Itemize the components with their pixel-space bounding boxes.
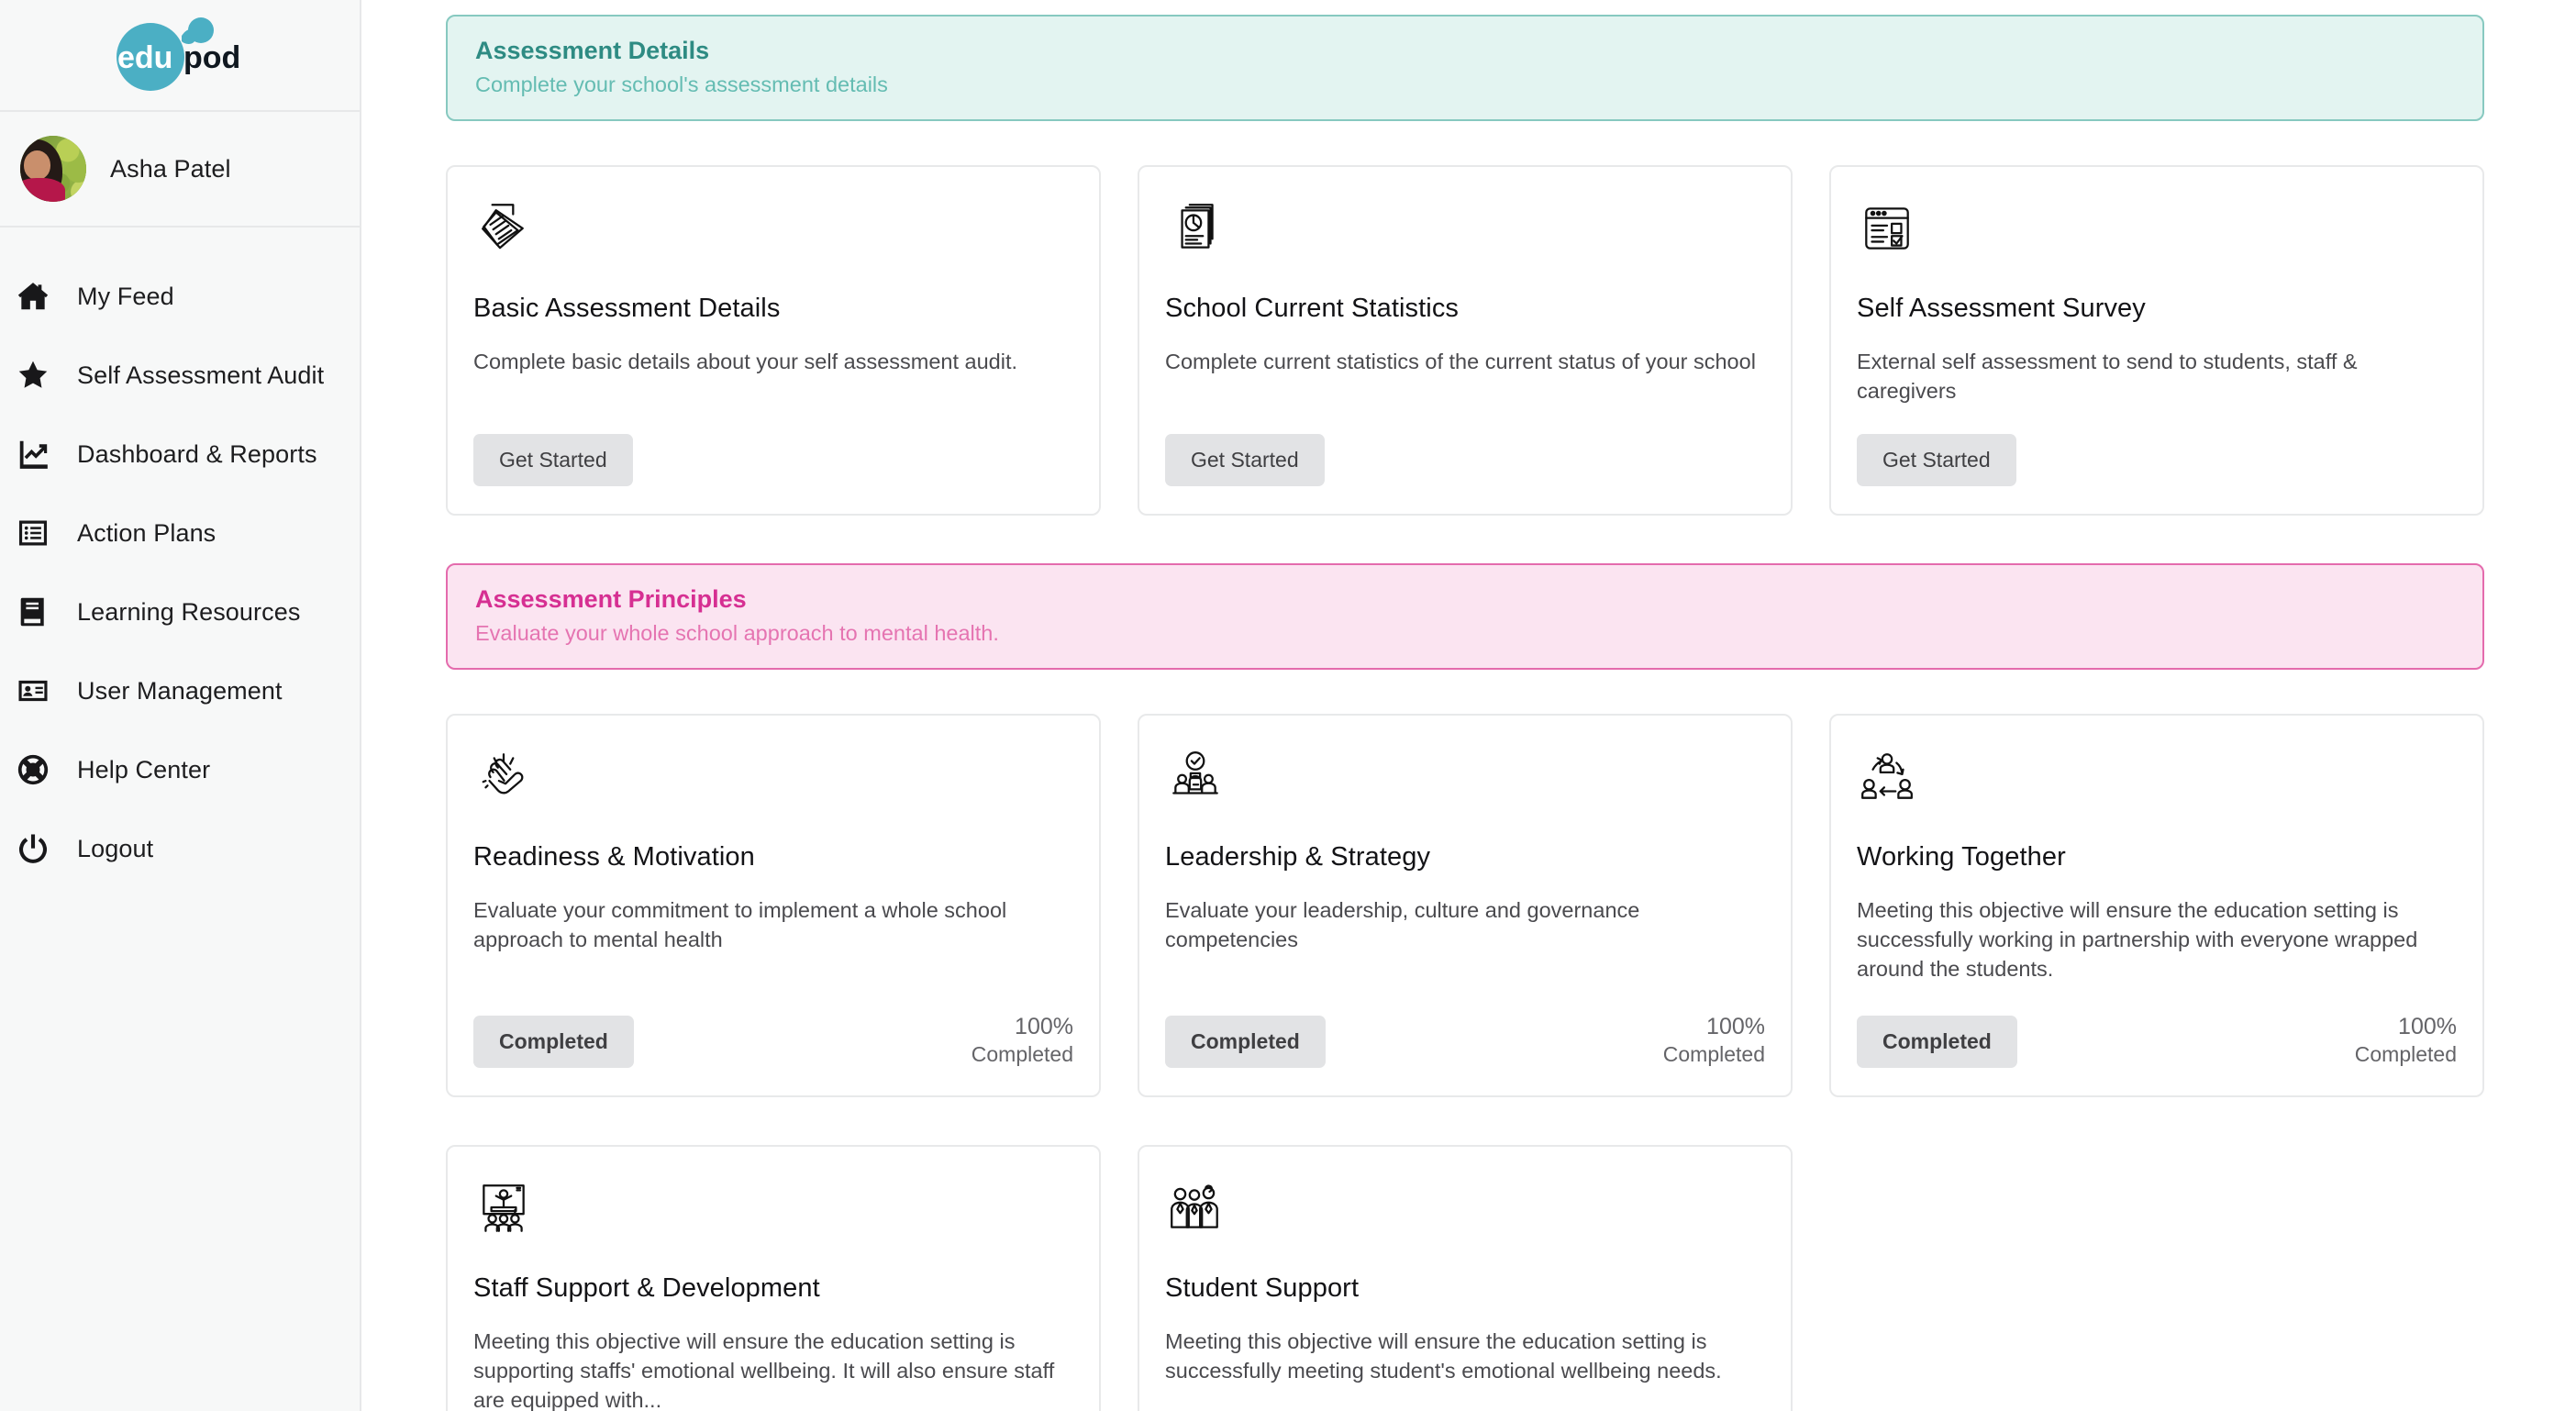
home-icon: [13, 276, 53, 317]
documents-stack-icon: [473, 198, 1073, 273]
survey-window-icon: [1857, 198, 2457, 273]
card-description: Evaluate your leadership, culture and go…: [1165, 897, 1640, 951]
completed-button[interactable]: Completed: [1857, 1016, 2017, 1069]
card-description: Complete basic details about your self a…: [473, 350, 1018, 373]
progress-label: Completed: [971, 1041, 1073, 1066]
card-title: Basic Assessment Details: [473, 294, 781, 323]
assessment-details-banner: Assessment Details Complete your school'…: [446, 15, 2484, 121]
completed-button[interactable]: Completed: [1165, 1016, 1326, 1069]
team-check-icon: [1165, 747, 1765, 822]
sidebar-item-label: User Management: [77, 676, 283, 705]
app-root: edu pod Asha Patel My Feed Self Assessme…: [0, 0, 2576, 1411]
card-working-together[interactable]: Working Together Meeting this objective …: [1829, 713, 2484, 1098]
card-title: Working Together: [1857, 841, 2066, 872]
sidebar-item-label: My Feed: [77, 282, 174, 310]
get-started-button[interactable]: Get Started: [1857, 433, 2016, 486]
card-basic-assessment-details[interactable]: Basic Assessment Details Complete basic …: [446, 165, 1101, 516]
life-ring-icon: [13, 750, 53, 790]
card-title: Self Assessment Survey: [1857, 294, 2146, 323]
id-card-icon: [13, 671, 53, 711]
sidebar-item-label: Dashboard & Reports: [77, 439, 317, 468]
sidebar: edu pod Asha Patel My Feed Self Assessme…: [0, 0, 361, 1411]
card-footer: Get Started: [1165, 433, 1765, 486]
sidebar-item-label: Help Center: [77, 755, 211, 783]
completed-button[interactable]: Completed: [473, 1016, 634, 1069]
power-icon: [13, 828, 53, 869]
sidebar-item-my-feed[interactable]: My Feed: [0, 257, 360, 336]
progress-indicator: 100% Completed: [1663, 1012, 1765, 1068]
students-group-icon: [1165, 1178, 1765, 1253]
card-description: Meeting this objective will ensure the e…: [1165, 1329, 1722, 1383]
progress-percent: 100%: [2398, 1013, 2457, 1039]
assessment-principles-card-grid: Readiness & Motivation Evaluate your com…: [446, 713, 2484, 1098]
card-footer: Get Started: [473, 433, 1073, 486]
card-title: Student Support: [1165, 1273, 1360, 1304]
book-icon: [13, 592, 53, 632]
avatar: [20, 136, 86, 202]
list-icon: [13, 513, 53, 553]
get-started-button[interactable]: Get Started: [473, 433, 633, 486]
card-footer: Get Started: [1857, 433, 2457, 486]
card-title: School Current Statistics: [1165, 294, 1460, 323]
get-started-button[interactable]: Get Started: [1165, 433, 1325, 486]
card-footer: Completed 100% Completed: [1857, 1012, 2457, 1069]
sidebar-item-label: Action Plans: [77, 518, 217, 547]
card-description: External self assessment to send to stud…: [1857, 350, 2358, 403]
card-school-current-statistics[interactable]: School Current Statistics Complete curre…: [1138, 165, 1793, 516]
sidebar-item-label: Learning Resources: [77, 597, 301, 626]
progress-percent: 100%: [1015, 1013, 1073, 1039]
sidebar-item-learning-resources[interactable]: Learning Resources: [0, 572, 360, 651]
banner-title: Assessment Details: [475, 37, 710, 64]
banner-subtitle: Complete your school's assessment detail…: [475, 72, 888, 96]
sidebar-nav: My Feed Self Assessment Audit Dashboard …: [0, 228, 360, 888]
assessment-details-card-grid: Basic Assessment Details Complete basic …: [446, 165, 2484, 516]
sidebar-item-dashboard-reports[interactable]: Dashboard & Reports: [0, 415, 360, 494]
progress-percent: 100%: [1706, 1013, 1765, 1039]
sidebar-item-user-management[interactable]: User Management: [0, 651, 360, 730]
card-leadership-strategy[interactable]: Leadership & Strategy Evaluate your lead…: [1138, 713, 1793, 1098]
card-title: Staff Support & Development: [473, 1273, 820, 1304]
banner-title: Assessment Principles: [475, 584, 747, 613]
progress-label: Completed: [1662, 1041, 1765, 1066]
card-description: Evaluate your commitment to implement a …: [473, 897, 1007, 951]
card-self-assessment-survey[interactable]: Self Assessment Survey External self ass…: [1829, 165, 2484, 516]
sidebar-item-label: Self Assessment Audit: [77, 361, 325, 389]
progress-indicator: 100% Completed: [2355, 1012, 2457, 1068]
assessment-principles-card-grid-row2: Staff Support & Development Meeting this…: [446, 1145, 2484, 1411]
card-footer: Completed 100% Completed: [473, 1012, 1073, 1069]
card-grid-filler: [1829, 1145, 2484, 1411]
sidebar-item-logout[interactable]: Logout: [0, 809, 360, 888]
star-icon: [13, 355, 53, 395]
card-staff-support-development[interactable]: Staff Support & Development Meeting this…: [446, 1145, 1101, 1411]
sidebar-item-help-center[interactable]: Help Center: [0, 730, 360, 809]
card-description: Meeting this objective will ensure the e…: [1857, 897, 2418, 981]
svg-text:pod: pod: [183, 40, 240, 75]
edupod-logo[interactable]: edu pod: [94, 16, 266, 94]
chart-trend-icon: [13, 434, 53, 474]
progress-indicator: 100% Completed: [972, 1012, 1073, 1068]
assessment-principles-banner: Assessment Principles Evaluate your whol…: [446, 562, 2484, 670]
card-title: Readiness & Motivation: [473, 841, 755, 872]
user-name: Asha Patel: [110, 154, 231, 183]
progress-label: Completed: [2354, 1041, 2457, 1066]
card-footer: Completed 100% Completed: [1165, 1012, 1765, 1069]
logo-block: edu pod: [0, 0, 360, 112]
clapping-hands-icon: [473, 747, 1073, 822]
presentation-audience-icon: [473, 1178, 1073, 1253]
svg-text:edu: edu: [117, 40, 172, 75]
main-content: Assessment Details Complete your school'…: [361, 0, 2576, 1411]
card-readiness-motivation[interactable]: Readiness & Motivation Evaluate your com…: [446, 713, 1101, 1098]
sidebar-item-label: Logout: [77, 834, 154, 862]
collaboration-cycle-icon: [1857, 747, 2457, 822]
report-pie-chart-icon: [1165, 198, 1765, 273]
card-description: Complete current statistics of the curre…: [1165, 350, 1756, 373]
banner-subtitle: Evaluate your whole school approach to m…: [475, 620, 999, 645]
sidebar-item-action-plans[interactable]: Action Plans: [0, 494, 360, 572]
card-title: Leadership & Strategy: [1165, 841, 1431, 872]
user-profile[interactable]: Asha Patel: [0, 112, 360, 228]
sidebar-item-self-assessment-audit[interactable]: Self Assessment Audit: [0, 336, 360, 415]
card-description: Meeting this objective will ensure the e…: [473, 1329, 1055, 1411]
card-student-support[interactable]: Student Support Meeting this objective w…: [1138, 1145, 1793, 1411]
